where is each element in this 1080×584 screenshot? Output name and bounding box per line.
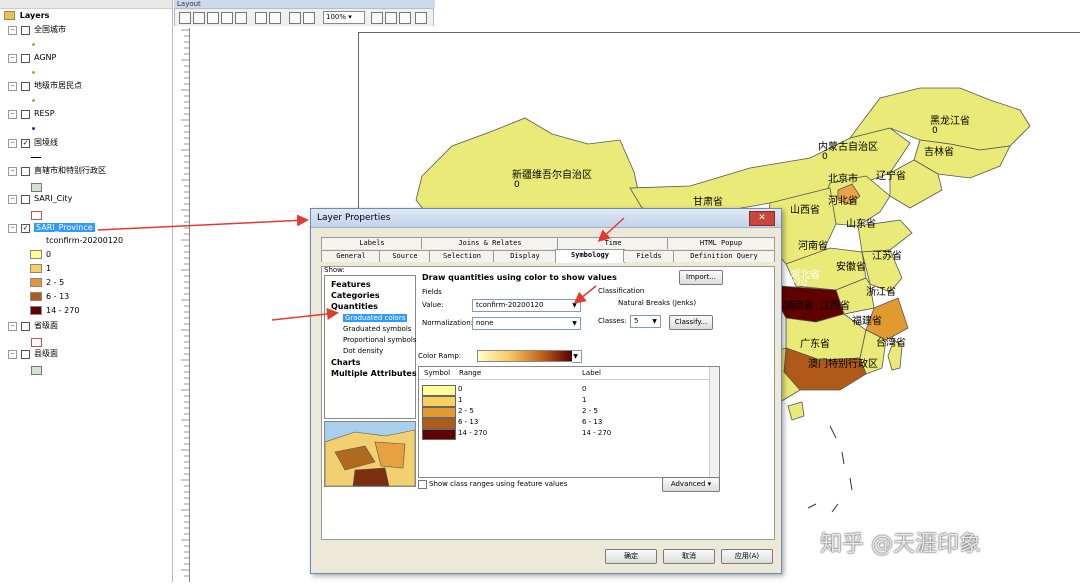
arrow-to-value-field	[573, 285, 597, 304]
arrow-to-symbology-tab	[597, 217, 625, 243]
arrow-to-dialog	[97, 214, 309, 231]
arrow-to-graduated-colors	[271, 308, 339, 321]
annotation-arrows	[97, 214, 625, 321]
